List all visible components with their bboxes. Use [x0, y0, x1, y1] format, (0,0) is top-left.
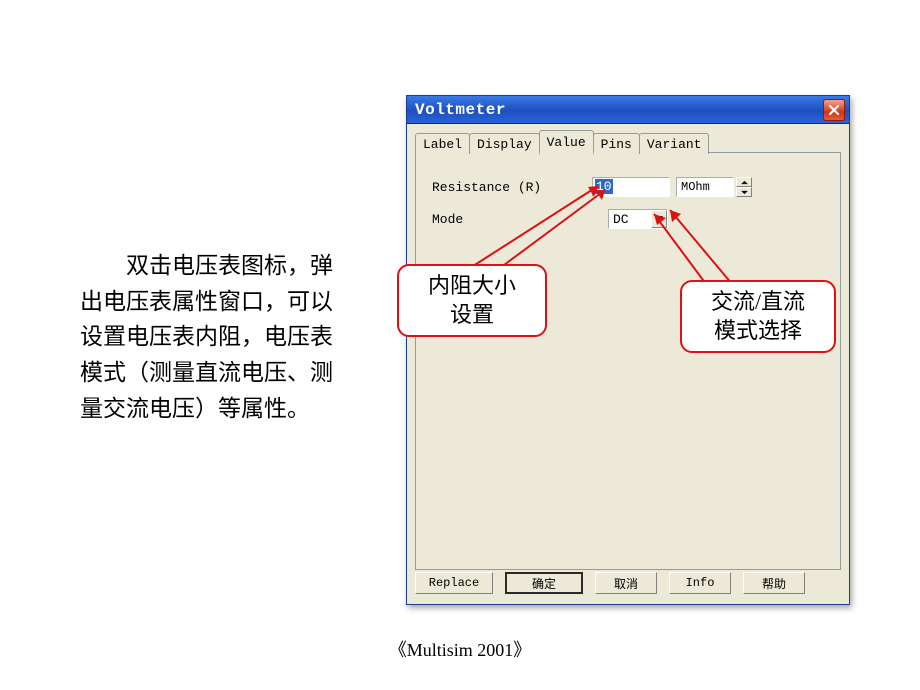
close-icon: [828, 104, 840, 116]
spin-up[interactable]: [736, 177, 752, 187]
spin-down[interactable]: [736, 187, 752, 197]
callout-resistance-line2: 设置: [409, 301, 535, 330]
resistance-value: 10: [595, 179, 613, 194]
callout-mode: 交流/直流 模式选择: [680, 280, 836, 353]
mode-value: DC: [613, 212, 629, 227]
replace-button[interactable]: Replace: [415, 572, 493, 594]
chevron-up-icon: [741, 180, 748, 185]
description-text: 双击电压表图标，弹出电压表属性窗口，可以设置电压表内阻，电压表模式（测量直流电压…: [80, 253, 333, 421]
info-button[interactable]: Info: [669, 572, 731, 594]
tab-variant[interactable]: Variant: [639, 133, 710, 154]
resistance-input[interactable]: 10: [592, 177, 670, 197]
callout-resistance-line1: 内阻大小: [409, 272, 535, 301]
tab-value[interactable]: Value: [539, 130, 594, 153]
resistance-unit[interactable]: MOhm: [676, 177, 734, 197]
description-paragraph: 双击电压表图标，弹出电压表属性窗口，可以设置电压表内阻，电压表模式（测量直流电压…: [80, 248, 350, 426]
dialog-button-row: Replace 确定 取消 Info 帮助: [415, 572, 841, 594]
ok-button[interactable]: 确定: [505, 572, 583, 594]
tab-page-value: Resistance (R) 10 MOhm Mode: [415, 152, 841, 570]
unit-spinner[interactable]: [736, 177, 752, 197]
close-button[interactable]: [823, 99, 845, 121]
titlebar: Voltmeter: [407, 96, 849, 124]
callout-resistance: 内阻大小 设置: [397, 264, 547, 337]
callout-mode-line1: 交流/直流: [692, 288, 824, 317]
tab-label[interactable]: Label: [415, 133, 470, 154]
help-button[interactable]: 帮助: [743, 572, 805, 594]
footer-text: 《Multisim 2001》: [0, 636, 920, 662]
chevron-down-icon: [655, 216, 663, 222]
tab-display[interactable]: Display: [469, 133, 540, 154]
dialog-title: Voltmeter: [415, 101, 506, 119]
mode-label: Mode: [432, 212, 592, 227]
resistance-unit-text: MOhm: [681, 180, 710, 194]
resistance-label: Resistance (R): [432, 180, 592, 195]
callout-mode-line2: 模式选择: [692, 317, 824, 346]
mode-combobox[interactable]: DC: [608, 209, 668, 229]
chevron-down-icon: [741, 190, 748, 195]
row-mode: Mode DC: [432, 209, 668, 229]
tab-pins[interactable]: Pins: [593, 133, 640, 154]
mode-dropdown-button[interactable]: [651, 210, 667, 228]
cancel-button[interactable]: 取消: [595, 572, 657, 594]
row-resistance: Resistance (R) 10 MOhm: [432, 177, 752, 197]
tab-strip: Label Display Value Pins Variant: [415, 130, 841, 153]
